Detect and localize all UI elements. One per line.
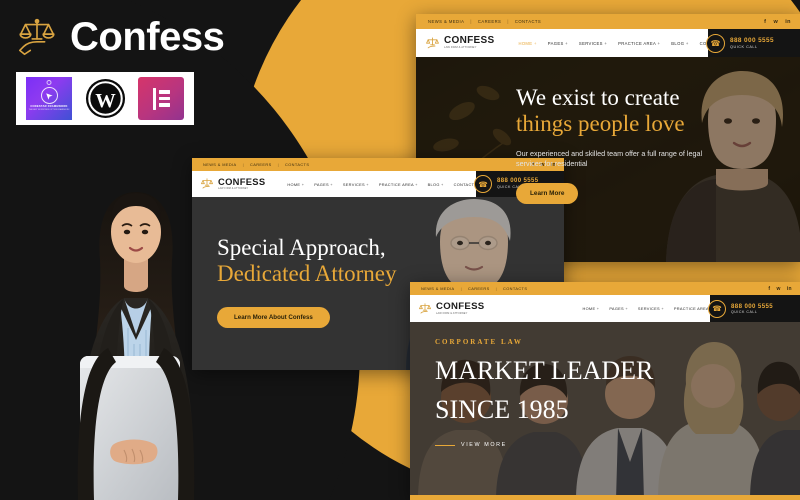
hero-subtext: Our experienced and skilled team offer a… — [516, 148, 703, 168]
phone-icon: ☎ — [706, 33, 725, 53]
scales-of-justice-icon — [425, 36, 440, 51]
hero-heading-line1: We exist to create — [516, 85, 680, 110]
hero-gold-strip — [410, 495, 800, 500]
site-logo[interactable]: CONFESS LAW FIRM & ATTORNEY — [418, 302, 484, 316]
topbar-link-careers[interactable]: CAREERS — [478, 19, 501, 24]
main-menu: HOME + PAGES + SERVICES + PRACTICE AREA … — [287, 182, 474, 187]
svg-text:W: W — [95, 90, 116, 112]
menu-item-blog[interactable]: BLOG + — [428, 182, 444, 187]
menu-item-home[interactable]: HOME + — [287, 182, 304, 187]
website-mockup-hero-c[interactable]: NEWS & MEDIA | CAREERS | CONTACTS f w in — [410, 282, 800, 500]
menu-item-practice-area[interactable]: PRACTICE AREA + — [618, 41, 660, 46]
site-topbar: NEWS & MEDIA | CAREERS | CONTACTS f w in — [416, 14, 800, 29]
site-topbar: NEWS & MEDIA | CAREERS | CONTACTS f w in — [410, 282, 800, 295]
wordpress-icon: W — [82, 77, 128, 120]
codestar-framework-icon: ➤ CODESTAR FRAMEWORK THE BEST WORDPRESS … — [26, 77, 72, 120]
hero-heading-line1: MARKET LEADER — [435, 356, 654, 385]
codestar-badge-subtitle: THE BEST WORDPRESS OPTION FRAMEWORK — [28, 108, 70, 111]
hero-section-c: CORPORATE LAW MARKET LEADER SINCE 1985 V… — [410, 322, 800, 500]
site-logo-tagline: LAW FIRM & ATTORNEY — [436, 311, 468, 315]
scales-of-justice-in-hand-icon — [14, 14, 60, 60]
codestar-badge-title: CODESTAR FRAMEWORK — [30, 104, 68, 108]
quick-call-block[interactable]: ☎ 888 000 5555 QUICK CALL — [706, 29, 800, 57]
plugin-badge-strip: ➤ CODESTAR FRAMEWORK THE BEST WORDPRESS … — [16, 72, 194, 125]
quick-call-number: 888 000 5555 — [731, 302, 774, 310]
menu-item-pages[interactable]: PAGES + — [548, 41, 568, 46]
topbar-link-careers[interactable]: CAREERS — [250, 162, 272, 167]
menu-item-pages[interactable]: PAGES + — [609, 306, 628, 311]
site-logo-tagline: LAW FIRM & ATTORNEY — [218, 187, 249, 191]
phone-icon: ☎ — [708, 299, 726, 318]
menu-item-services[interactable]: SERVICES + — [343, 182, 369, 187]
menu-item-pages[interactable]: PAGES + — [314, 182, 333, 187]
facebook-icon[interactable]: f — [764, 19, 766, 25]
site-navbar: CONFESS LAW FIRM & ATTORNEY HOME + PAGES… — [410, 295, 800, 322]
hero-copy-c: CORPORATE LAW MARKET LEADER SINCE 1985 V… — [435, 338, 653, 448]
hero-heading-line2: SINCE 1985 — [435, 395, 569, 425]
topbar-link-contacts[interactable]: CONTACTS — [503, 286, 527, 291]
quick-call-label: QUICK CALL — [731, 309, 758, 314]
site-logo-name: CONFESS — [218, 176, 266, 188]
topbar-separator: | — [495, 286, 498, 291]
topbar-link-contacts[interactable]: CONTACTS — [285, 162, 309, 167]
site-navbar: CONFESS LAW FIRM & ATTORNEY HOME + PAGES… — [192, 171, 564, 197]
hero-heading-line2: Dedicated Attorney — [217, 260, 397, 286]
menu-item-services[interactable]: SERVICES + — [638, 306, 664, 311]
menu-item-blog[interactable]: BLOG + — [671, 41, 688, 46]
view-more-label: VIEW MORE — [461, 442, 507, 449]
scales-of-justice-icon — [418, 302, 432, 316]
menu-item-services[interactable]: SERVICES + — [579, 41, 607, 46]
menu-item-contact[interactable]: CONTACT — [454, 182, 475, 187]
twitter-icon[interactable]: w — [776, 286, 780, 292]
learn-more-about-confess-button[interactable]: Learn More About Confess — [217, 306, 330, 328]
menu-item-practice-area[interactable]: PRACTICE AREA + — [674, 306, 713, 311]
view-more-link[interactable]: VIEW MORE — [435, 442, 653, 448]
menu-item-practice-area[interactable]: PRACTICE AREA + — [379, 182, 418, 187]
elementor-icon — [138, 77, 184, 120]
brand-name: Confess — [70, 15, 225, 59]
hero-copy-a: We exist to create things people love Ou… — [516, 85, 721, 205]
topbar-separator: | — [460, 286, 462, 291]
topbar-separator: | — [242, 162, 244, 167]
site-logo-name: CONFESS — [436, 300, 485, 312]
topbar-link-news[interactable]: NEWS & MEDIA — [428, 19, 464, 24]
topbar-separator: | — [470, 19, 472, 24]
twitter-icon[interactable]: w — [773, 19, 778, 25]
view-more-rule — [435, 444, 455, 446]
quick-call-number: 888 000 5555 — [730, 37, 774, 45]
brand-header: Confess — [14, 14, 225, 60]
quick-call-block[interactable]: ☎ 888 000 5555 QUICK CALL — [708, 295, 800, 322]
linkedin-icon[interactable]: in — [787, 286, 792, 292]
topbar-link-news[interactable]: NEWS & MEDIA — [421, 286, 455, 291]
hero-heading-line1: Special Approach, — [217, 235, 386, 260]
site-logo-name: CONFESS — [444, 34, 495, 46]
topbar-link-careers[interactable]: CAREERS — [468, 286, 490, 291]
site-logo[interactable]: CONFESS LAW FIRM & ATTORNEY — [425, 34, 495, 51]
hero-copy-b: Special Approach, Dedicated Attorney Lea… — [217, 235, 396, 328]
site-topbar: NEWS & MEDIA | CAREERS | CONTACTS f w in — [192, 158, 564, 171]
businesswoman-photo — [52, 148, 220, 500]
site-navbar: CONFESS LAW FIRM & ATTORNEY HOME + PAGES… — [416, 29, 800, 57]
quick-call-label: QUICK CALL — [730, 44, 758, 49]
topbar-separator: | — [507, 19, 509, 24]
main-menu: HOME + PAGES + SERVICES + PRACTICE AREA … — [518, 41, 722, 46]
phone-icon: ☎ — [474, 175, 492, 193]
learn-more-button[interactable]: Learn More — [516, 183, 579, 205]
promo-banner: Confess ➤ CODESTAR FRAMEWORK THE BEST WO… — [0, 0, 800, 500]
menu-item-home[interactable]: HOME + — [582, 306, 599, 311]
hero-eyebrow: CORPORATE LAW — [435, 338, 523, 346]
linkedin-icon[interactable]: in — [785, 19, 791, 25]
topbar-separator: | — [277, 162, 280, 167]
hero-heading-line2: things people love — [516, 110, 685, 136]
site-logo-tagline: LAW FIRM & ATTORNEY — [444, 46, 477, 50]
facebook-icon[interactable]: f — [768, 286, 770, 292]
menu-item-home[interactable]: HOME + — [518, 41, 536, 46]
topbar-link-contacts[interactable]: CONTACTS — [515, 19, 541, 24]
